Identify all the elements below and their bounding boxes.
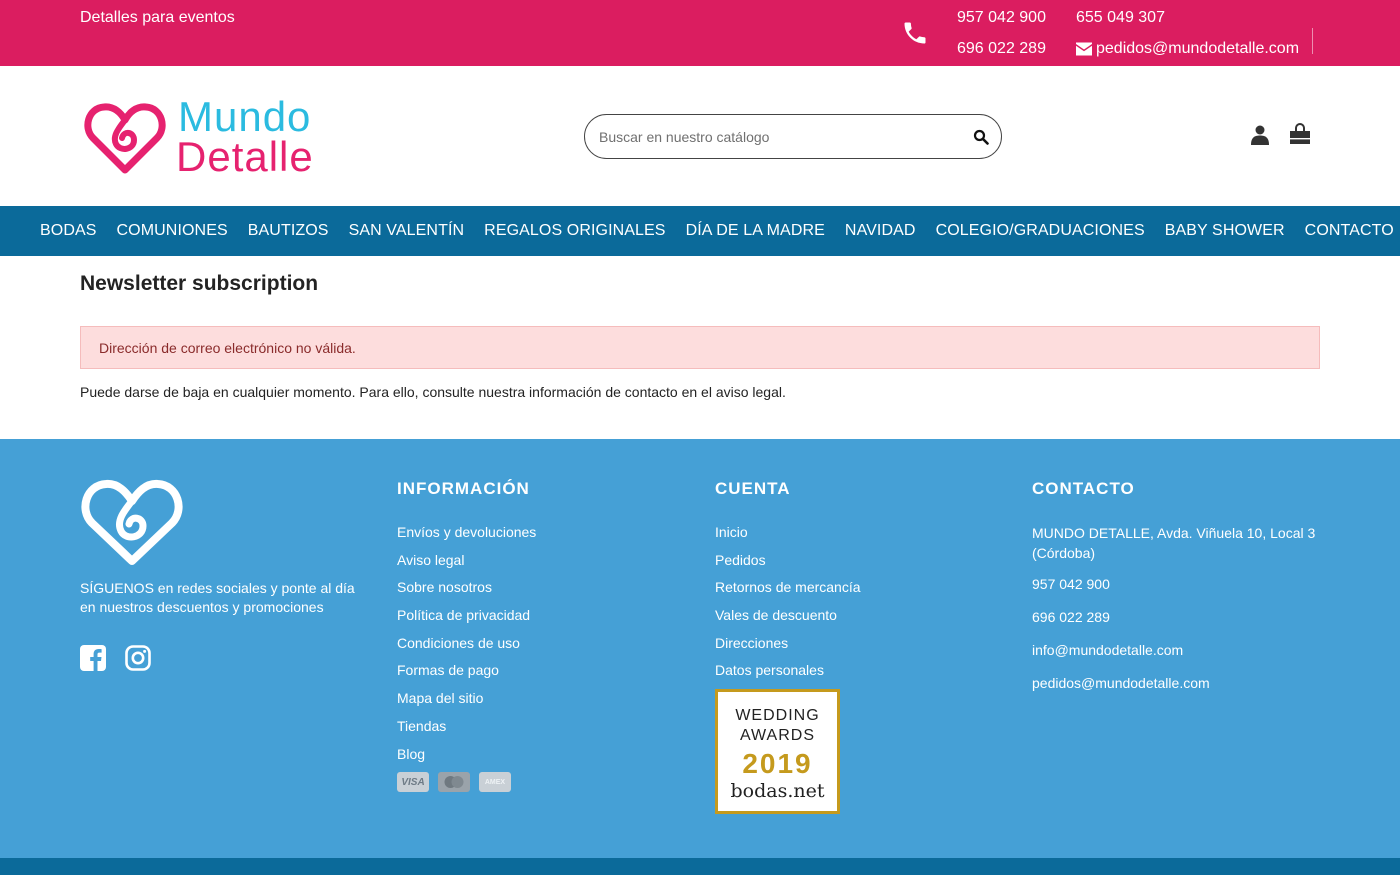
phone-3[interactable]: 696 022 289 bbox=[957, 40, 1046, 58]
footer-link-aviso-legal[interactable]: Aviso legal bbox=[397, 551, 536, 579]
contact-email-info[interactable]: info@mundodetalle.com bbox=[1032, 640, 1332, 660]
footer-link-formas-pago[interactable]: Formas de pago bbox=[397, 661, 536, 689]
footer-link-blog[interactable]: Blog bbox=[397, 745, 536, 773]
nav-item-san-valentin[interactable]: SAN VALENTÍN bbox=[349, 222, 465, 240]
nav-item-bodas[interactable]: BODAS bbox=[40, 222, 97, 240]
wedding-award-badge[interactable]: WEDDING AWARDS 2019 bodas.net bbox=[715, 689, 840, 814]
heart-logo-icon bbox=[84, 103, 166, 174]
instagram-icon[interactable] bbox=[125, 645, 151, 671]
footer-link-tiendas[interactable]: Tiendas bbox=[397, 717, 536, 745]
footer-link-inicio[interactable]: Inicio bbox=[715, 523, 861, 551]
nav-item-comuniones[interactable]: COMUNIONES bbox=[117, 222, 228, 240]
contact-phone-1[interactable]: 957 042 900 bbox=[1032, 574, 1332, 594]
footer-account-column: CUENTA Inicio Pedidos Retornos de mercan… bbox=[715, 479, 861, 689]
footer-info-column: INFORMACIÓN Envíos y devoluciones Aviso … bbox=[397, 479, 536, 772]
phone-icon bbox=[904, 22, 926, 44]
envelope-icon bbox=[1076, 42, 1092, 56]
main-navigation: BODAS COMUNIONES BAUTIZOS SAN VALENTÍN R… bbox=[0, 206, 1400, 256]
account-heading: CUENTA bbox=[715, 479, 791, 498]
contact-email-pedidos[interactable]: pedidos@mundodetalle.com bbox=[1032, 673, 1332, 693]
footer-link-retornos[interactable]: Retornos de mercancía bbox=[715, 578, 861, 606]
heart-logo-icon[interactable] bbox=[80, 479, 184, 567]
shopping-bag-icon[interactable] bbox=[1289, 123, 1311, 145]
nav-item-dia-de-la-madre[interactable]: DÍA DE LA MADRE bbox=[686, 222, 825, 240]
footer-contact-column: CONTACTO MUNDO DETALLE, Avda. Viñuela 10… bbox=[1032, 479, 1332, 706]
search-icon[interactable] bbox=[973, 129, 989, 145]
phone-2[interactable]: 655 049 307 bbox=[1076, 9, 1165, 27]
logo-word-detalle: Detalle bbox=[176, 133, 314, 180]
info-heading: INFORMACIÓN bbox=[397, 479, 530, 498]
award-title: WEDDING AWARDS bbox=[718, 706, 837, 746]
footer-link-sobre-nosotros[interactable]: Sobre nosotros bbox=[397, 578, 536, 606]
contact-phone-2[interactable]: 696 022 289 bbox=[1032, 607, 1332, 627]
phone-1[interactable]: 957 042 900 bbox=[957, 9, 1046, 27]
award-brand: bodas.net bbox=[730, 780, 825, 802]
footer-link-mapa-sitio[interactable]: Mapa del sitio bbox=[397, 689, 536, 717]
facebook-icon[interactable] bbox=[80, 645, 106, 671]
award-line-2: AWARDS bbox=[739, 727, 816, 744]
mastercard-icon bbox=[438, 772, 470, 792]
footer-bottom-bar bbox=[0, 858, 1400, 875]
search-box bbox=[584, 114, 1002, 159]
search-input[interactable] bbox=[599, 126, 959, 148]
footer-link-condiciones[interactable]: Condiciones de uso bbox=[397, 634, 536, 662]
footer-link-datos-personales[interactable]: Datos personales bbox=[715, 661, 861, 689]
nav-item-bautizos[interactable]: BAUTIZOS bbox=[248, 222, 329, 240]
footer-link-pedidos[interactable]: Pedidos bbox=[715, 551, 861, 579]
nav-item-baby-shower[interactable]: BABY SHOWER bbox=[1165, 222, 1285, 240]
footer-link-direcciones[interactable]: Direcciones bbox=[715, 634, 861, 662]
top-bar: Detalles para eventos 957 042 900 655 04… bbox=[0, 0, 1400, 66]
amex-card: AMEX bbox=[479, 772, 511, 792]
tagline: Detalles para eventos bbox=[80, 9, 235, 26]
payment-methods: VISA AMEX bbox=[397, 772, 511, 792]
footer: SÍGUENOS en redes sociales y ponte al dí… bbox=[0, 439, 1400, 858]
header: Mundo Detalle bbox=[0, 66, 1400, 206]
user-icon[interactable] bbox=[1251, 125, 1269, 145]
page-title: Newsletter subscription bbox=[80, 272, 319, 295]
error-alert: Dirección de correo electrónico no válid… bbox=[80, 326, 1320, 369]
contact-heading: CONTACTO bbox=[1032, 479, 1135, 498]
visa-card: VISA bbox=[397, 772, 429, 792]
nav-item-regalos-originales[interactable]: REGALOS ORIGINALES bbox=[484, 222, 665, 240]
award-line-1: WEDDING bbox=[735, 707, 820, 724]
unsubscribe-notice: Puede darse de baja en cualquier momento… bbox=[80, 384, 786, 400]
email-text: pedidos@mundodetalle.com bbox=[1096, 40, 1300, 57]
award-year: 2019 bbox=[742, 748, 813, 779]
top-bar-separator bbox=[1312, 28, 1313, 54]
nav-item-colegio-graduaciones[interactable]: COLEGIO/GRADUACIONES bbox=[936, 222, 1145, 240]
footer-link-envios[interactable]: Envíos y devoluciones bbox=[397, 523, 536, 551]
nav-item-navidad[interactable]: NAVIDAD bbox=[845, 222, 916, 240]
site-logo[interactable]: Mundo Detalle bbox=[84, 94, 354, 180]
footer-link-vales[interactable]: Vales de descuento bbox=[715, 606, 861, 634]
nav-item-contacto[interactable]: CONTACTO bbox=[1305, 222, 1394, 240]
footer-link-privacidad[interactable]: Política de privacidad bbox=[397, 606, 536, 634]
contact-address: MUNDO DETALLE, Avda. Viñuela 10, Local 3… bbox=[1032, 525, 1316, 561]
follow-text: SÍGUENOS en redes sociales y ponte al dí… bbox=[80, 580, 355, 615]
email-link[interactable]: pedidos@mundodetalle.com bbox=[1076, 40, 1299, 58]
